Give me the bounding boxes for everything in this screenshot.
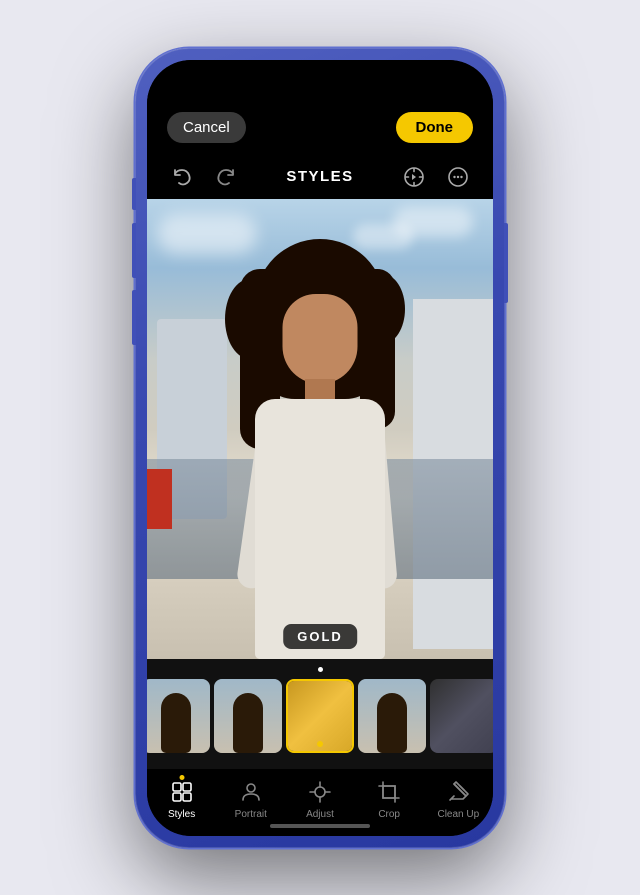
styles-label: Styles [168,809,195,820]
nav-item-adjust[interactable]: Adjust [292,779,347,820]
cleanup-label: Clean Up [437,809,479,820]
home-indicator [270,824,370,828]
cancel-button[interactable]: Cancel [167,112,246,143]
phone-device: Cancel Done [135,48,505,848]
done-button[interactable]: Done [396,112,474,143]
red-element [147,469,172,529]
cleanup-icon [445,779,471,805]
toolbar-right [399,162,473,192]
filter-thumb-3-preview [214,679,282,753]
filter-name-label: GOLD [283,624,357,649]
power-button [504,223,508,303]
phone-screen: Cancel Done [147,60,493,836]
filter-thumb-3[interactable] [214,679,282,753]
toolbar-row: STYLES [147,155,493,199]
more-options-button[interactable] [443,162,473,192]
portrait-icon [238,779,264,805]
dynamic-island [265,72,375,104]
filter-indicator-dot [318,667,323,672]
filter-thumb-5[interactable] [358,679,426,753]
filter-thumb-2[interactable] [147,679,210,753]
filter-thumb-2-preview [147,679,210,753]
nav-item-styles[interactable]: Styles [154,779,209,820]
nav-item-crop[interactable]: Crop [362,779,417,820]
photo-background: GOLD [147,199,493,659]
face [283,294,358,384]
redo-button[interactable] [211,162,241,192]
nav-item-cleanup[interactable]: Clean Up [431,779,486,820]
nav-item-portrait[interactable]: Portrait [223,779,278,820]
filter-thumbnails[interactable] [147,676,493,756]
filter-thumb-6-preview [430,679,493,753]
body-shirt [255,399,385,659]
filter-thumb-6[interactable] [430,679,493,753]
crop-label: Crop [378,809,400,820]
photo-area: GOLD [147,199,493,659]
styles-icon [169,779,195,805]
phone-body: Cancel Done [135,48,505,848]
crop-icon [376,779,402,805]
silent-button [132,178,136,210]
toolbar-left [167,162,241,192]
person-subject [240,239,400,659]
adjust-icon [307,779,333,805]
adjust-label: Adjust [306,809,334,820]
filter-thumb-gold-active[interactable] [286,679,354,753]
active-filter-dot [317,741,323,747]
toolbar-title: STYLES [286,168,353,185]
undo-button[interactable] [167,162,197,192]
auto-enhance-button[interactable] [399,162,429,192]
volume-down-button [132,290,136,345]
volume-up-button [132,223,136,278]
portrait-label: Portrait [235,809,267,820]
filter-strip [147,659,493,769]
filter-thumb-5-preview [358,679,426,753]
